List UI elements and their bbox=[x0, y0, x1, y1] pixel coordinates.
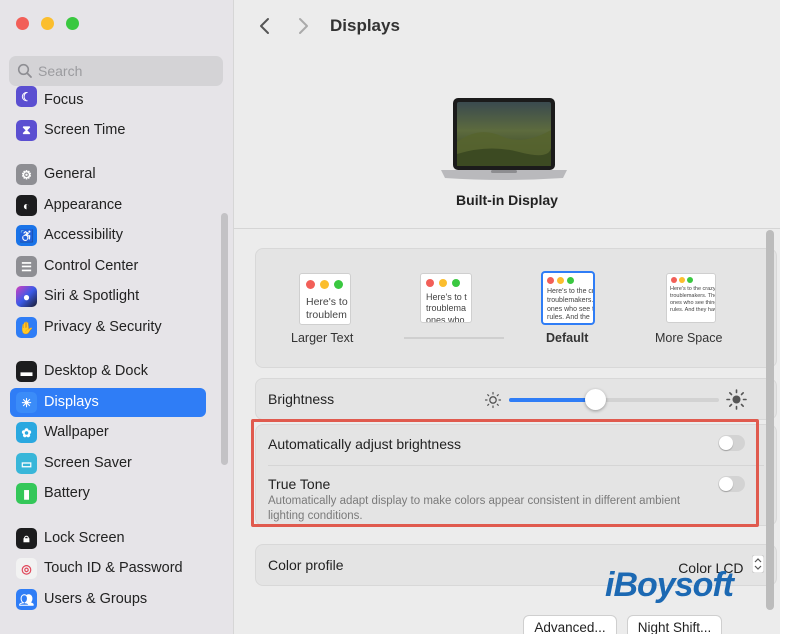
settings-window: Search ☾ Focus ⧗ Screen Time ⚙ General ◐… bbox=[0, 0, 780, 634]
sidebar-item-siri-spotlight[interactable]: ● Siri & Spotlight bbox=[10, 282, 206, 311]
sidebar-item-wallpaper[interactable]: ✿ Wallpaper bbox=[10, 418, 206, 447]
sidebar-item-control-center[interactable]: ☰ Control Center bbox=[10, 252, 206, 281]
sidebar-item-displays[interactable]: ☀ Displays bbox=[10, 388, 206, 417]
sidebar-item-label: Siri & Spotlight bbox=[44, 288, 140, 304]
sidebar-item-label: Control Center bbox=[44, 258, 139, 274]
resolution-option-more-space[interactable]: Here's to the crazy o troublemakers. The… bbox=[666, 273, 716, 323]
resolution-panel: Here's to troublem Larger Text Here's to… bbox=[255, 248, 777, 368]
appearance-icon: ◐ bbox=[16, 195, 37, 216]
sidebar-item-accessibility[interactable]: ♿ Accessibility bbox=[10, 221, 206, 250]
sidebar-item-label: Battery bbox=[44, 485, 90, 501]
resolution-label-larger-text: Larger Text bbox=[291, 331, 354, 345]
forward-button[interactable] bbox=[292, 14, 314, 38]
sidebar-item-label: Desktop & Dock bbox=[44, 363, 148, 379]
sidebar-scrollbar[interactable] bbox=[221, 213, 228, 465]
sidebar-item-focus[interactable]: ☾ Focus bbox=[10, 86, 206, 115]
sidebar-item-label: Appearance bbox=[44, 197, 123, 213]
sidebar-item-privacy-security[interactable]: ✋ Privacy & Security bbox=[10, 313, 206, 342]
brightness-panel: Brightness bbox=[255, 378, 777, 420]
sidebar-item-label: Touch ID & Password bbox=[44, 560, 183, 576]
sidebar-item-label: Screen Time bbox=[44, 122, 126, 138]
brightness-label: Brightness bbox=[268, 391, 335, 407]
hourglass-icon: ⧗ bbox=[16, 120, 37, 141]
zoom-window-button[interactable] bbox=[66, 17, 79, 30]
sidebar: Search ☾ Focus ⧗ Screen Time ⚙ General ◐… bbox=[0, 0, 234, 634]
brightness-high-icon bbox=[726, 389, 747, 410]
gear-icon: ⚙ bbox=[16, 164, 37, 185]
flower-icon: ✿ bbox=[16, 422, 37, 443]
screen-saver-icon: ▭ bbox=[16, 453, 37, 474]
brightness-slider-knob[interactable] bbox=[585, 389, 607, 410]
sidebar-item-screen-saver[interactable]: ▭ Screen Saver bbox=[10, 449, 206, 478]
search-field[interactable]: Search bbox=[9, 56, 223, 86]
resolution-option-larger-text[interactable]: Here's to troublem bbox=[299, 273, 351, 325]
resolution-option-default[interactable]: Here's to the cr troublemakers. ones who… bbox=[541, 271, 595, 325]
users-icon: 👥︎ bbox=[16, 589, 37, 610]
sidebar-item-lock-screen[interactable]: 🔒︎ Lock Screen bbox=[10, 524, 206, 553]
main-scrollbar[interactable] bbox=[766, 230, 774, 610]
advanced-button[interactable]: Advanced... bbox=[523, 615, 617, 634]
sun-icon: ☀ bbox=[16, 392, 37, 413]
sidebar-item-users-groups[interactable]: 👥︎ Users & Groups bbox=[10, 585, 206, 614]
brightness-low-icon bbox=[484, 391, 502, 409]
sidebar-item-label: Accessibility bbox=[44, 227, 123, 243]
sidebar-item-label: Wallpaper bbox=[44, 424, 109, 440]
sidebar-item-label: Focus bbox=[44, 92, 84, 108]
brightness-slider-fill bbox=[509, 398, 596, 402]
hand-icon: ✋ bbox=[16, 317, 37, 338]
dock-icon: ▬ bbox=[16, 361, 37, 382]
minimize-window-button[interactable] bbox=[41, 17, 54, 30]
resolution-label-more-space: More Space bbox=[655, 331, 723, 345]
sidebar-item-appearance[interactable]: ◐ Appearance bbox=[10, 191, 206, 220]
sidebar-item-touch-id[interactable]: ◎ Touch ID & Password bbox=[10, 554, 206, 583]
laptop-display-icon[interactable] bbox=[439, 96, 569, 182]
display-name: Built-in Display bbox=[456, 192, 558, 208]
sidebar-item-desktop-dock[interactable]: ▬ Desktop & Dock bbox=[10, 357, 206, 386]
sidebar-item-label: Privacy & Security bbox=[44, 319, 162, 335]
night-shift-button[interactable]: Night Shift... bbox=[627, 615, 722, 634]
preview-text: Here's to t troublema ones who bbox=[426, 292, 467, 323]
iboysoft-watermark: iBoysoft bbox=[605, 566, 734, 604]
brightness-slider[interactable] bbox=[509, 389, 719, 410]
main-content: Displays Built-in Display Here's to trou… bbox=[234, 0, 780, 634]
updown-chevron-icon bbox=[752, 555, 764, 573]
sidebar-item-label: Users & Groups bbox=[44, 591, 148, 607]
resolution-option-2[interactable]: Here's to t troublema ones who bbox=[420, 273, 472, 323]
sidebar-item-battery[interactable]: ▮ Battery bbox=[10, 479, 206, 508]
resolution-slider-track bbox=[404, 337, 504, 339]
siri-icon: ● bbox=[16, 286, 37, 307]
page-title: Displays bbox=[330, 16, 400, 35]
sidebar-item-label: Lock Screen bbox=[44, 530, 125, 546]
header-divider bbox=[234, 228, 780, 229]
preview-text: Here's to the crazy o troublemakers. The… bbox=[670, 286, 716, 313]
back-button[interactable] bbox=[254, 14, 276, 38]
sidebar-item-label: Displays bbox=[44, 394, 99, 410]
moon-icon: ☾ bbox=[16, 86, 37, 107]
highlight-box bbox=[251, 419, 759, 527]
sidebar-item-screen-time[interactable]: ⧗ Screen Time bbox=[10, 116, 206, 145]
close-window-button[interactable] bbox=[16, 17, 29, 30]
color-profile-label: Color profile bbox=[268, 557, 344, 573]
fingerprint-icon: ◎ bbox=[16, 558, 37, 579]
control-center-icon: ☰ bbox=[16, 256, 37, 277]
sidebar-item-label: Screen Saver bbox=[44, 455, 132, 471]
battery-icon: ▮ bbox=[16, 483, 37, 504]
resolution-label-default: Default bbox=[546, 331, 589, 345]
sidebar-item-label: General bbox=[44, 166, 96, 182]
search-input[interactable]: Search bbox=[38, 63, 82, 79]
preview-text: Here's to troublem bbox=[306, 296, 348, 322]
sidebar-item-general[interactable]: ⚙ General bbox=[10, 160, 206, 189]
preview-text: Here's to the cr troublemakers. ones who… bbox=[547, 288, 595, 322]
accessibility-icon: ♿ bbox=[16, 225, 37, 246]
search-icon bbox=[17, 63, 32, 78]
lock-icon: 🔒︎ bbox=[16, 528, 37, 549]
